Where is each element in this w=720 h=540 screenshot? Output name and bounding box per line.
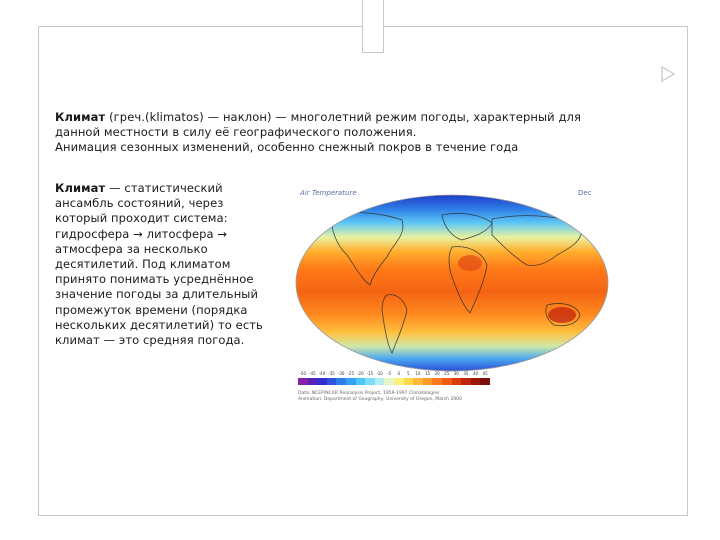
colorbar-swatch: [461, 378, 471, 385]
colorbar-tick-label: 20: [434, 371, 440, 376]
colorbar-tick-label: -45: [309, 371, 316, 376]
colorbar-tick-labels: -50 -45 -40 -35 -30 -25 -20 -15 -10 -5 0 5 10 15 20 25 3…: [298, 371, 490, 376]
colorbar-tick-label: -15: [366, 371, 374, 376]
side-term: Климат: [55, 181, 106, 195]
colorbar-swatch: [393, 378, 404, 385]
side-text: — статистический ансамбль состояний, чер…: [55, 181, 263, 348]
colorbar-swatch: [298, 378, 308, 385]
colorbar-swatch: [307, 378, 318, 385]
colorbar-swatch: [432, 378, 442, 385]
colorbar-swatch: [413, 378, 423, 385]
map-month-label: Dec: [578, 189, 592, 197]
intro-term: Климат: [55, 110, 106, 124]
intro-line-2: данной местности в силу её географическо…: [55, 125, 417, 139]
colorbar-tick-label: -5: [387, 371, 392, 376]
colorbar-swatch: [451, 378, 462, 385]
colorbar-tick-label: -25: [347, 371, 355, 376]
decorative-tab: [362, 0, 384, 53]
temperature-colorbar: [298, 378, 490, 385]
colorbar-tick-label: 10: [415, 371, 421, 376]
colorbar-swatch: [470, 378, 481, 385]
colorbar-tick-label: -50: [299, 371, 307, 376]
map-title: Air Temperature: [300, 189, 357, 197]
colorbar-swatch: [365, 378, 375, 385]
colorbar-swatch: [355, 378, 366, 385]
colorbar-tick-label: 30: [453, 371, 459, 376]
colorbar-tick-label: -20: [357, 371, 364, 376]
colorbar-swatch: [422, 378, 433, 385]
colorbar-tick-label: 0: [397, 371, 400, 376]
intro-line-1: (греч.(klimatos) — наклон) — многолетний…: [105, 110, 581, 124]
colorbar-tick-label: 45: [482, 371, 488, 376]
climate-map-figure: Air Temperature Dec -50 -45 -40 -35 -30 -25 -2…: [292, 185, 614, 413]
colorbar-tick-label: 5: [407, 371, 410, 376]
colorbar-tick-label: -35: [328, 371, 335, 376]
colorbar-swatch: [384, 378, 394, 385]
colorbar-swatch: [403, 378, 414, 385]
intro-line-3: Анимация сезонных изменений, особенно сн…: [55, 140, 519, 154]
map-credit: Data: NCEP/NCAR Reanalysis Project, 1959…: [298, 391, 462, 403]
colorbar-tick-label: 40: [472, 371, 479, 376]
colorbar-swatch: [317, 378, 327, 385]
colorbar-tick-label: 35: [463, 371, 469, 376]
play-arrow-icon: [661, 66, 675, 82]
colorbar-swatch: [480, 378, 490, 385]
colorbar-tick-label: -40: [318, 371, 326, 376]
world-temperature-map: [295, 194, 609, 372]
colorbar-swatch: [345, 378, 356, 385]
colorbar-swatch: [336, 378, 346, 385]
colorbar-swatch: [326, 378, 337, 385]
colorbar-swatch: [441, 378, 452, 385]
colorbar-tick-label: -10: [376, 371, 383, 376]
side-paragraph: Климат — статистический ансамбль состоян…: [55, 181, 270, 348]
colorbar-tick-label: 25: [444, 371, 450, 376]
colorbar-tick-label: 15: [424, 371, 431, 376]
colorbar-tick-label: -30: [337, 371, 345, 376]
credit-line-2: Animation: Department of Geography, Univ…: [298, 397, 462, 402]
colorbar-swatch: [374, 378, 385, 385]
intro-paragraph: Климат (греч.(klimatos) — наклон) — мног…: [55, 110, 655, 155]
